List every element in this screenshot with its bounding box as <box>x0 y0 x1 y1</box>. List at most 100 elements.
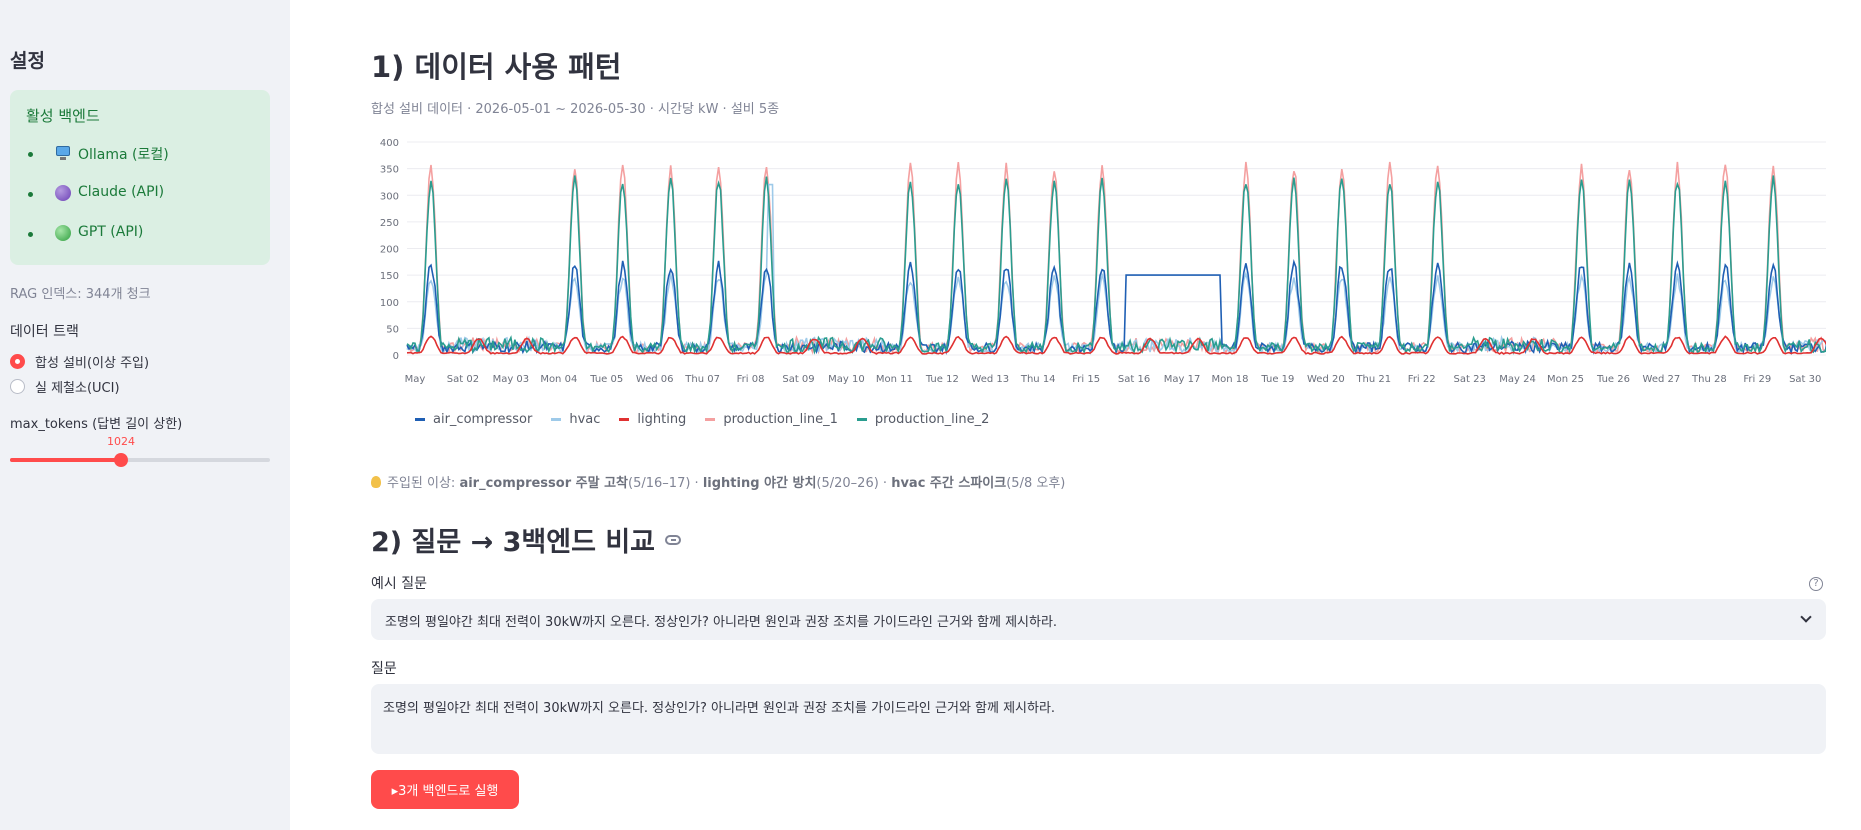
green-circle-icon <box>55 225 71 241</box>
y-tick-label: 400 <box>380 138 399 149</box>
data-caption: 합성 설비 데이터 · 2026-05-01 ~ 2026-05-30 · 시간… <box>371 102 780 117</box>
y-tick-label: 0 <box>393 351 399 362</box>
x-tick-label: Fri 22 <box>1408 374 1436 385</box>
anomaly-note: 주입된 이상: air_compressor 주말 고착(5/16–17) · … <box>371 472 1065 491</box>
max-tokens-slider[interactable] <box>10 453 270 467</box>
backend-item-ollama: Ollama (로컬) <box>26 144 169 184</box>
bullet-icon <box>28 192 33 197</box>
lightbulb-icon <box>371 476 381 488</box>
x-tick-label: Fri 29 <box>1743 374 1771 385</box>
example-question-label: 예시 질문 <box>371 576 427 592</box>
bullet-icon <box>28 152 33 157</box>
max-tokens-label: max_tokens (답변 길이 상한) <box>10 417 183 432</box>
x-tick-label: Mon 18 <box>1211 374 1248 385</box>
chart-legend: air_compressor hvac lighting production_lin… <box>415 412 1008 427</box>
sidebar: 설정 활성 백엔드 Ollama (로컬) Claude (API) GPT (… <box>0 0 290 830</box>
legend-item-lighting: lighting <box>619 412 686 427</box>
x-tick-label: Thu 14 <box>1020 374 1056 385</box>
x-tick-label: Tue 12 <box>925 374 959 385</box>
chevron-down-icon[interactable] <box>1800 611 1812 623</box>
anomaly-prefix: 주입된 이상: <box>387 476 460 491</box>
x-tick-label: Wed 13 <box>971 374 1009 385</box>
x-tick-label: Wed 06 <box>636 374 674 385</box>
series-line-production-line-2 <box>406 175 1826 356</box>
x-tick-label: Sat 16 <box>1118 374 1150 385</box>
backend-label: Ollama (로컬) <box>78 147 169 163</box>
x-tick-label: Wed 20 <box>1307 374 1345 385</box>
active-backends-title: 활성 백엔드 <box>26 107 100 125</box>
x-tick-label: May 24 <box>1499 374 1536 385</box>
x-tick-label: Mon 11 <box>876 374 913 385</box>
legend-label: hvac <box>569 412 601 427</box>
y-tick-label: 350 <box>380 165 399 176</box>
help-icon[interactable]: ? <box>1809 577 1823 591</box>
chart-svg: 0 50 100 150 200 250 300 350 400 May Sat 02 May 03 M… <box>380 138 1826 385</box>
radio-synthetic[interactable]: 합성 설비(이상 주입) <box>10 352 149 371</box>
y-tick-label: 200 <box>380 245 399 256</box>
x-tick-label: Tue 05 <box>589 374 623 385</box>
anomaly-3: hvac 주간 스파이크 <box>891 476 1007 491</box>
backend-list: Ollama (로컬) Claude (API) GPT (API) <box>26 144 169 264</box>
anchor-link-icon[interactable] <box>665 534 682 545</box>
y-tick-label: 250 <box>380 218 399 229</box>
x-tick-label: Mon 25 <box>1547 374 1584 385</box>
x-tick-label: May 03 <box>493 374 530 385</box>
x-tick-label: Thu 07 <box>684 374 720 385</box>
x-tick-label: Sat 09 <box>782 374 814 385</box>
anomaly-2-date: (5/20–26) · <box>816 476 892 491</box>
radio-label[interactable]: 실 제철소(UCI) <box>35 377 120 396</box>
y-tick-label: 300 <box>380 191 399 202</box>
legend-swatch <box>705 418 716 421</box>
section1-title: 1) 데이터 사용 패턴 <box>371 50 622 84</box>
section2-title-row: 2) 질문 → 3백엔드 비교 <box>371 520 682 559</box>
x-tick-label: Mon 04 <box>540 374 577 385</box>
x-tick-label: Thu 21 <box>1355 374 1391 385</box>
x-tick-label: Tue 19 <box>1260 374 1294 385</box>
x-tick-label: Sat 30 <box>1789 374 1821 385</box>
legend-label: production_line_2 <box>874 412 990 427</box>
anomaly-1: air_compressor 주말 고착 <box>459 476 629 491</box>
legend-swatch <box>856 418 867 421</box>
question-label: 질문 <box>371 661 397 677</box>
max-tokens-value: 1024 <box>107 435 135 448</box>
radio-selected-icon[interactable] <box>10 354 25 369</box>
active-backends-box: 활성 백엔드 Ollama (로컬) Claude (API) GPT (API… <box>10 90 270 265</box>
anomaly-1-date: (5/16–17) · <box>628 476 703 491</box>
slider-thumb[interactable] <box>114 453 129 467</box>
backend-label: GPT (API) <box>78 224 144 240</box>
radio-uci[interactable]: 실 제철소(UCI) <box>10 377 120 396</box>
question-textarea[interactable]: 조명의 평일야간 최대 전력이 30kW까지 오른다. 정상인가? 아니라면 원… <box>371 684 1826 754</box>
legend-swatch <box>619 418 630 421</box>
legend-swatch <box>551 418 562 421</box>
x-tick-label: Sat 23 <box>1454 374 1486 385</box>
radio-label[interactable]: 합성 설비(이상 주입) <box>35 352 149 371</box>
legend-label: production_line_1 <box>723 412 838 427</box>
backend-item-claude: Claude (API) <box>26 184 169 224</box>
y-tick-label: 100 <box>380 298 399 309</box>
x-tick-label: May 10 <box>828 374 865 385</box>
y-tick-label: 150 <box>380 271 399 282</box>
bullet-icon <box>28 232 33 237</box>
example-question-select[interactable]: 조명의 평일야간 최대 전력이 30kW까지 오른다. 정상인가? 아니라면 원… <box>371 599 1826 640</box>
legend-swatch <box>415 418 425 421</box>
run-3-backends-button[interactable]: ▸3개 백엔드로 실행 <box>371 770 519 809</box>
x-tick-label: Fri 15 <box>1072 374 1100 385</box>
backend-item-gpt: GPT (API) <box>26 224 169 264</box>
x-tick-label: May 17 <box>1164 374 1201 385</box>
select-value: 조명의 평일야간 최대 전력이 30kW까지 오른다. 정상인가? 아니라면 원… <box>385 615 1058 630</box>
legend-item-air-compressor: air_compressor <box>415 412 532 427</box>
legend-item-hvac: hvac <box>551 412 600 427</box>
anomaly-3-date: (5/8 오후) <box>1006 476 1066 491</box>
usage-line-chart: 0 50 100 150 200 250 300 350 400 May Sat 02 May 03 M… <box>371 130 1826 435</box>
radio-unselected-icon[interactable] <box>10 379 25 394</box>
x-tick-label: Sat 02 <box>447 374 479 385</box>
anomaly-2: lighting 야간 방치 <box>702 476 817 491</box>
x-tick-label: Wed 27 <box>1643 374 1681 385</box>
legend-item-production-line-2: production_line_2 <box>856 412 990 427</box>
sidebar-title: 설정 <box>10 50 45 72</box>
purple-circle-icon <box>55 185 71 201</box>
legend-label: lighting <box>637 412 687 427</box>
x-tick-label: Thu 28 <box>1691 374 1727 385</box>
rag-index-caption: RAG 인덱스: 344개 청크 <box>10 287 151 302</box>
y-tick-label: 50 <box>386 324 399 335</box>
